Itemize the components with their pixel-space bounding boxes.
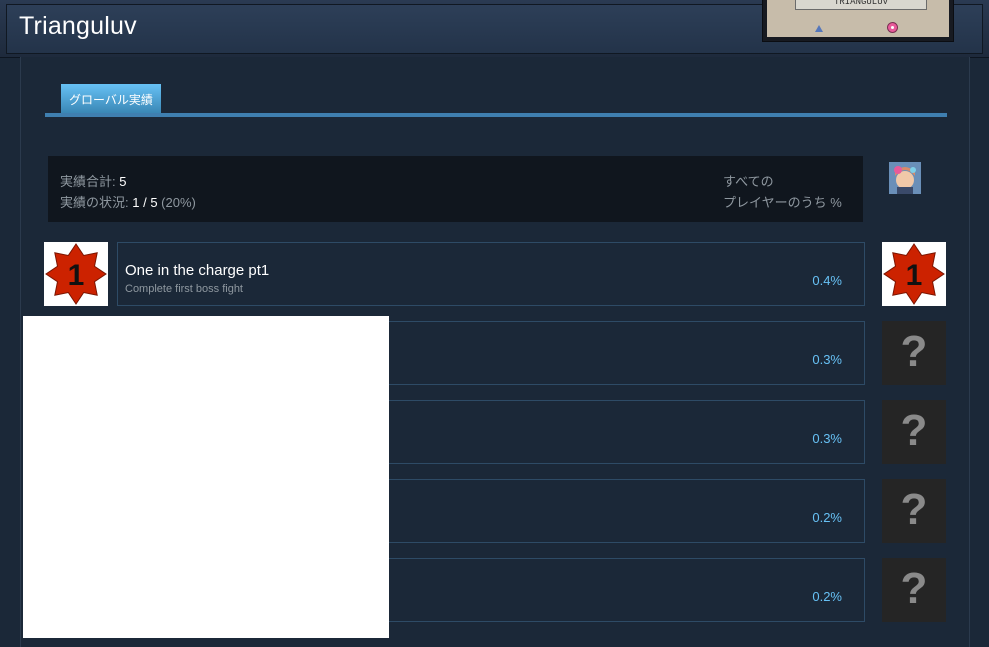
- achievement-icon: 1: [44, 242, 108, 306]
- achievement-percent: 0.3%: [812, 352, 842, 367]
- badge-number: 1: [68, 259, 85, 292]
- game-logo[interactable]: TRIANGULUV: [763, 0, 953, 41]
- redacted-area: [23, 316, 389, 638]
- progress-label: 実績の状況:: [60, 195, 129, 210]
- all-players-label-line1: すべての: [723, 174, 774, 189]
- achievement-row[interactable]: 1 One in the charge pt1 Complete first bos…: [44, 242, 966, 306]
- achievement-summary: 実績合計: 5 実績の状況: 1 / 5 (20%) すべての プレイヤーのうち…: [48, 156, 863, 222]
- hidden-achievement-icon: ?: [882, 321, 946, 385]
- achievement-percent: 0.2%: [812, 510, 842, 525]
- achievement-progress: 実績の状況: 1 / 5 (20%): [60, 192, 196, 211]
- unlocked-achievement-icon: 1: [882, 242, 946, 306]
- achievement-percent: 0.4%: [812, 273, 842, 288]
- badge-number: 1: [906, 259, 923, 292]
- page-header: Trianguluv TRIANGULUV: [0, 0, 989, 58]
- triangle-icon: [815, 25, 823, 32]
- hidden-achievement-icon: ?: [882, 400, 946, 464]
- progress-percent: (20%): [161, 195, 196, 210]
- game-title: Trianguluv: [19, 12, 137, 40]
- question-mark-icon: ?: [900, 327, 928, 376]
- achievement-title: One in the charge pt1: [125, 262, 270, 279]
- badge-one-icon: 1: [45, 243, 107, 305]
- question-mark-icon: ?: [900, 406, 928, 455]
- avatar-image: [889, 162, 921, 194]
- progress-value: 1 / 5: [132, 195, 158, 210]
- badge-one-icon: 1: [883, 243, 945, 305]
- tab-global-achievements[interactable]: グローバル実績: [61, 84, 161, 113]
- circle-icon: [887, 22, 898, 33]
- question-mark-icon: ?: [900, 564, 928, 613]
- tab-bar: グローバル実績: [45, 84, 947, 118]
- logo-artwork: TRIANGULUV: [767, 0, 949, 37]
- achievement-percent: 0.3%: [812, 431, 842, 446]
- total-value: 5: [119, 174, 127, 189]
- achievement-percent: 0.2%: [812, 589, 842, 604]
- hidden-achievement-icon: ?: [882, 479, 946, 543]
- logo-text: TRIANGULUV: [795, 0, 927, 10]
- tab-underline: [45, 113, 947, 117]
- question-mark-icon: ?: [900, 485, 928, 534]
- total-achievements: 実績合計: 5: [60, 171, 126, 190]
- total-label: 実績合計:: [60, 174, 116, 189]
- all-players-label-line2: プレイヤーのうち %: [723, 195, 842, 210]
- avatar[interactable]: [889, 162, 921, 194]
- achievement-description: Complete first boss fight: [125, 283, 243, 295]
- achievement-card[interactable]: One in the charge pt1 Complete first boss…: [117, 242, 865, 306]
- hidden-achievement-icon: ?: [882, 558, 946, 622]
